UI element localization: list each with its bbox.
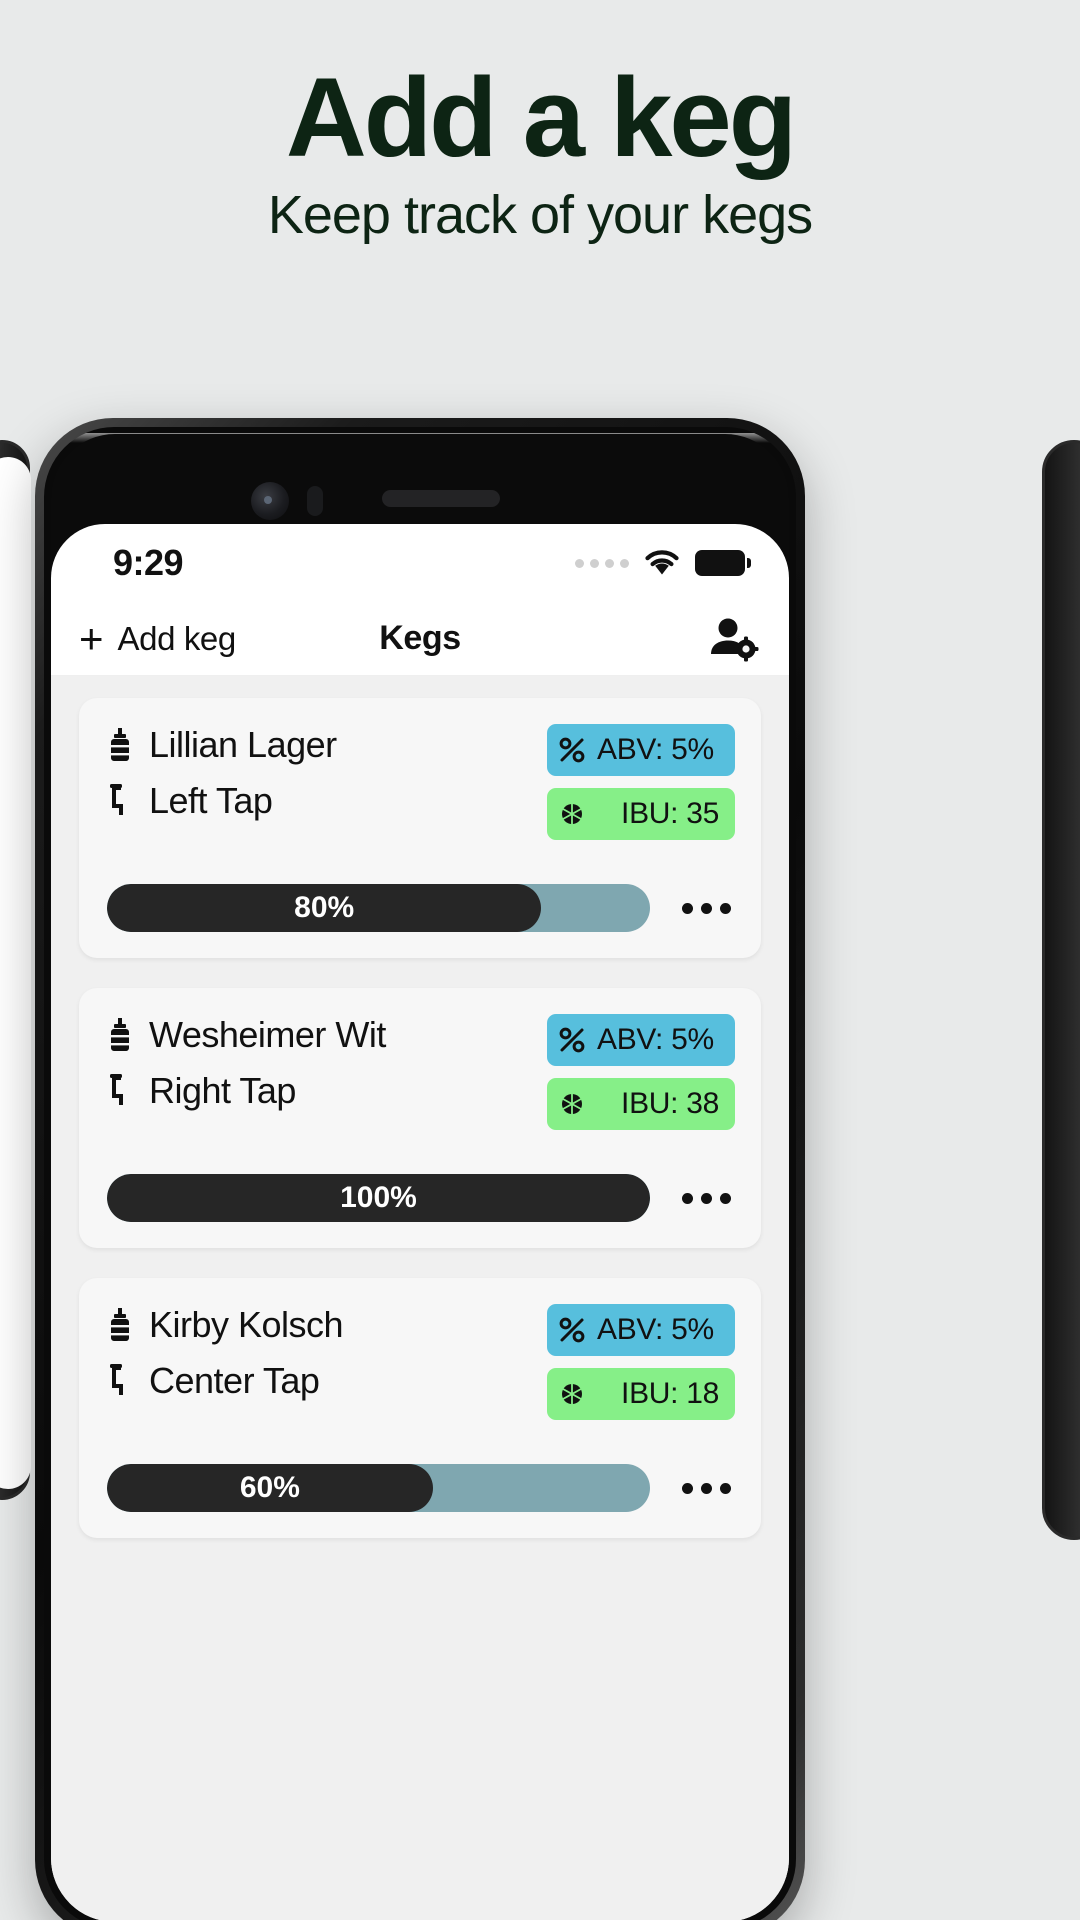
signal-dots-icon [575,558,629,568]
app-screen: 9:29 + Add keg Kegs Lillian Lager Left T… [51,524,789,1920]
keg-fill-progress[interactable]: 100% [107,1174,650,1222]
front-camera-icon [251,482,289,520]
abv-value: ABV: 5% [597,1313,714,1346]
phone-mockup: 9:29 + Add keg Kegs Lillian Lager Left T… [35,418,805,1920]
keg-name-row: Kirby Kolsch [107,1304,547,1346]
keg-name-row: Wesheimer Wit [107,1014,547,1056]
hops-icon [559,1091,585,1117]
person-gear-icon [707,616,759,662]
keg-tap: Center Tap [149,1360,320,1401]
page-title: Add a keg [285,55,797,180]
ibu-badge: IBU: 35 [547,788,735,840]
keg-name: Lillian Lager [149,724,337,765]
ellipsis-icon[interactable] [678,1187,735,1210]
keg-fill-label: 60% [239,1471,300,1504]
hops-icon [559,801,585,827]
wifi-icon [645,550,679,576]
abv-badge: ABV: 5% [547,724,735,776]
keg-tap-row: Left Tap [107,780,547,822]
left-phone-sliver [0,440,31,1500]
abv-value: ABV: 5% [597,1023,714,1056]
ibu-badge: IBU: 38 [547,1078,735,1130]
keg-fill-label: 80% [294,891,355,924]
ibu-badge: IBU: 18 [547,1368,735,1420]
plus-icon: + [79,614,104,662]
ibu-value: IBU: 38 [621,1087,719,1120]
add-keg-label: Add keg [117,619,237,657]
ellipsis-icon[interactable] [678,1477,735,1500]
keg-fill-label: 100% [340,1181,417,1214]
keg-tap: Right Tap [149,1070,296,1111]
keg-icon [107,1308,133,1342]
status-clock: 9:29 [113,542,184,583]
keg-list: Lillian Lager Left Tap ABV: 5% IBU: 35 8… [51,676,789,1920]
keg-card[interactable]: Lillian Lager Left Tap ABV: 5% IBU: 35 8… [79,698,761,958]
page-subtitle: Keep track of your kegs [267,185,813,245]
keg-name-row: Lillian Lager [107,724,547,766]
ibu-value: IBU: 35 [621,797,719,830]
nav-bar: + Add keg Kegs [51,602,789,676]
keg-icon [107,728,133,762]
tap-handle-icon [107,1364,133,1398]
ellipsis-icon[interactable] [678,897,735,920]
abv-badge: ABV: 5% [547,1304,735,1356]
profile-settings-button[interactable] [707,616,759,662]
tap-handle-icon [107,784,133,818]
battery-full-icon [695,550,751,576]
marketing-screenshot: Add a keg Keep track of your kegs 9:29 +… [0,0,1080,1920]
keg-tap-row: Right Tap [107,1070,547,1112]
keg-tap-row: Center Tap [107,1360,547,1402]
keg-card[interactable]: Kirby Kolsch Center Tap ABV: 5% IBU: 18 … [79,1278,761,1538]
keg-card[interactable]: Wesheimer Wit Right Tap ABV: 5% IBU: 38 … [79,988,761,1248]
keg-name: Wesheimer Wit [149,1014,386,1055]
keg-fill-progress[interactable]: 80% [107,884,650,932]
abv-value: ABV: 5% [597,733,714,766]
ibu-value: IBU: 18 [621,1377,719,1410]
right-phone-sliver [1042,440,1080,1540]
hops-icon [559,1381,585,1407]
add-keg-button[interactable]: + Add keg [79,614,237,662]
keg-fill-progress[interactable]: 60% [107,1464,650,1512]
keg-icon [107,1018,133,1052]
percent-icon [559,1317,585,1343]
percent-icon [559,1027,585,1053]
proximity-sensor-icon [307,486,323,516]
keg-tap: Left Tap [149,780,273,821]
tap-handle-icon [107,1074,133,1108]
percent-icon [559,737,585,763]
earpiece-speaker-icon [382,490,500,507]
status-bar: 9:29 [51,524,789,602]
keg-name: Kirby Kolsch [149,1304,344,1345]
abv-badge: ABV: 5% [547,1014,735,1066]
